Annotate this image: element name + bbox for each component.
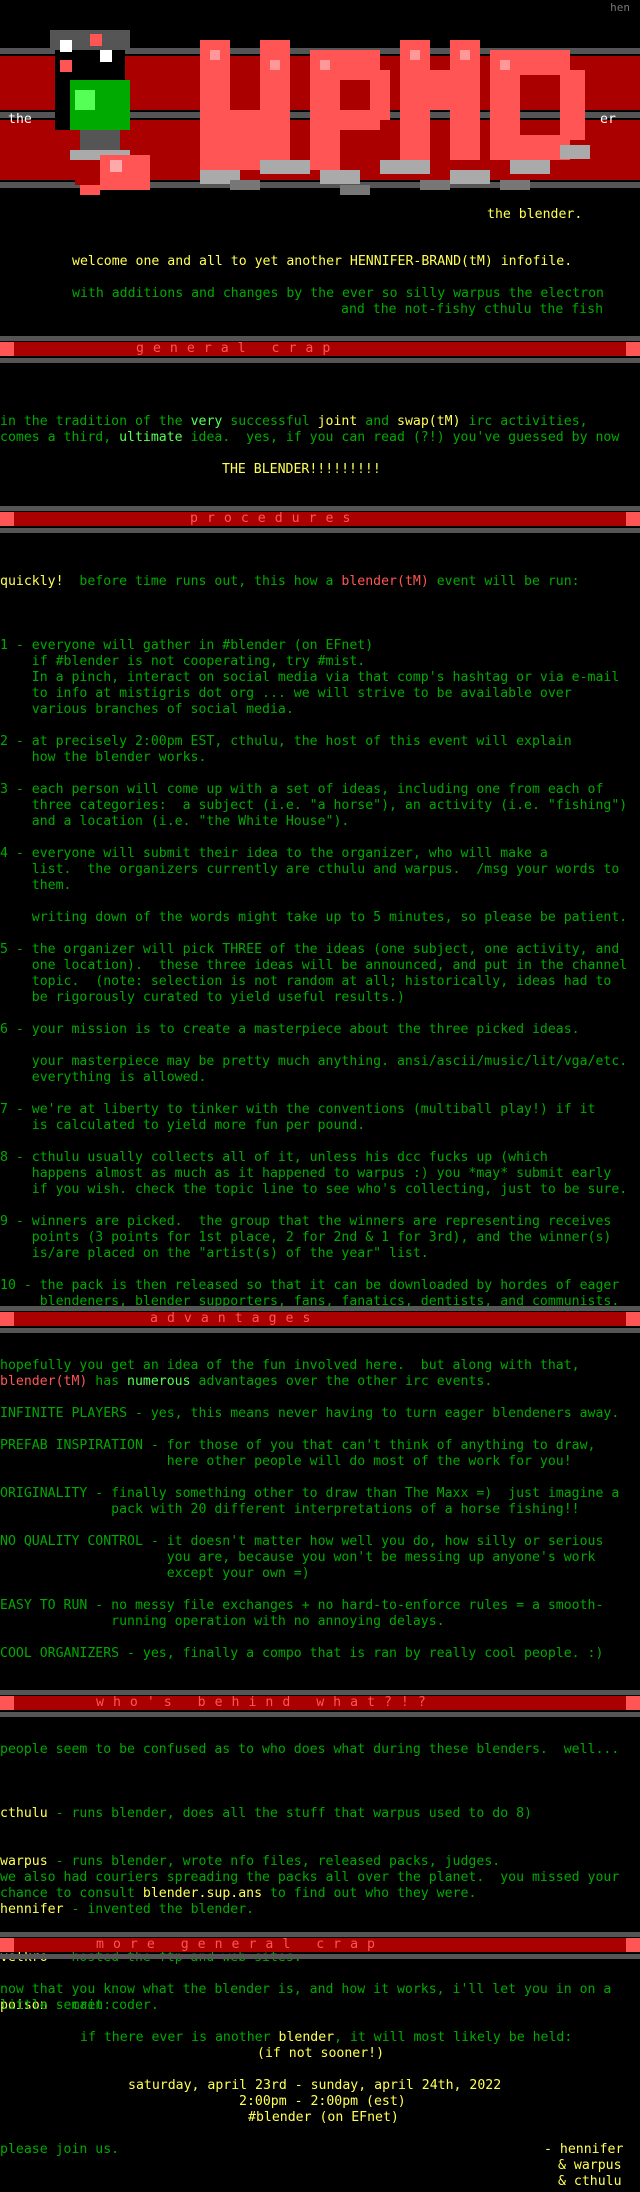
advantages-intro1: hopefully you get an idea of the fun inv… [0,1358,580,1373]
who-couriers1: we also had couriers spreading the packs… [0,1870,620,1885]
advantage-easy-to-run: EASY TO RUN - no messy file exchanges + … [0,1598,604,1629]
intro-line3: and the not-fishy cthulu the fish [341,302,604,317]
advantage-cool-organizers: COOL ORGANIZERS - yes, finally a compo t… [0,1646,604,1661]
corner-tag: hen [610,1,630,14]
section-title-advantages: advantages [150,1311,320,1326]
event-channel: #blender (on EFnet) [248,2110,399,2125]
section-bar-more: more general crap [0,1932,640,1960]
more-line4: (if not sooner!) [257,2046,385,2061]
intro-line2: with additions and changes by the ever s… [72,286,604,301]
banner-left-text: the [8,112,32,127]
event-times: 2:00pm - 2:00pm (est) [239,2094,406,2109]
section-title-procedures: procedures [190,511,360,526]
section-bar-procedures: procedures [0,506,640,534]
event-dates: saturday, april 23rd - sunday, april 24t… [128,2078,502,2093]
section-title-more: more general crap [96,1937,384,1952]
advantage-originality: ORIGINALITY - finally something other to… [0,1486,620,1517]
intro-welcome: welcome one and all to yet another HENNI… [72,254,573,269]
section-bar-who: who's behind what?!? [0,1690,640,1718]
general-line2: comes a third, ultimate idea. yes, if yo… [0,430,620,445]
who-warpus: warpus - runs blender, wrote nfo files, … [0,1854,501,1869]
more-line2: little secret: [0,1998,112,2013]
logo-art [0,30,640,195]
advantages-intro2: blender(tM) has numerous advantages over… [0,1374,493,1389]
banner-subtitle: the blender. [487,207,583,222]
section-title-who: who's behind what?!? [96,1695,435,1710]
who-couriers2: chance to consult blender.sup.ans to fin… [0,1886,477,1901]
who-intro: people seem to be confused as to who doe… [0,1742,620,1757]
more-line3: if there ever is another blender, it wil… [80,2030,573,2045]
section-bar-advantages: advantages [0,1306,640,1334]
signature-hennifer: - hennifer [544,2142,624,2157]
who-cthulu: cthulu - runs blender, does all the stuf… [0,1806,532,1821]
section-bar-general: general crap [0,336,640,364]
section-title-general: general crap [136,341,340,356]
procedures-intro: quickly! before time runs out, this how … [0,574,580,589]
blender-logo: the er the blender. [0,20,640,260]
signature-warpus: & warpus [558,2158,622,2173]
signature-cthulu: & cthulu [558,2174,622,2189]
join-text: please join us. [0,2142,120,2157]
advantage-no-quality-control: NO QUALITY CONTROL - it doesn't matter h… [0,1534,604,1581]
banner-right-text: er [600,112,616,127]
more-line1: now that you know what the blender is, a… [0,1982,612,1997]
advantage-prefab-inspiration: PREFAB INSPIRATION - for those of you th… [0,1438,596,1469]
general-line1: in the tradition of the very successful … [0,414,588,429]
general-headline: THE BLENDER!!!!!!!!! [222,462,381,477]
who-hennifer: hennifer - invented the blender. [0,1902,255,1917]
advantage-infinite-players: INFINITE PLAYERS - yes, this means never… [0,1406,620,1421]
